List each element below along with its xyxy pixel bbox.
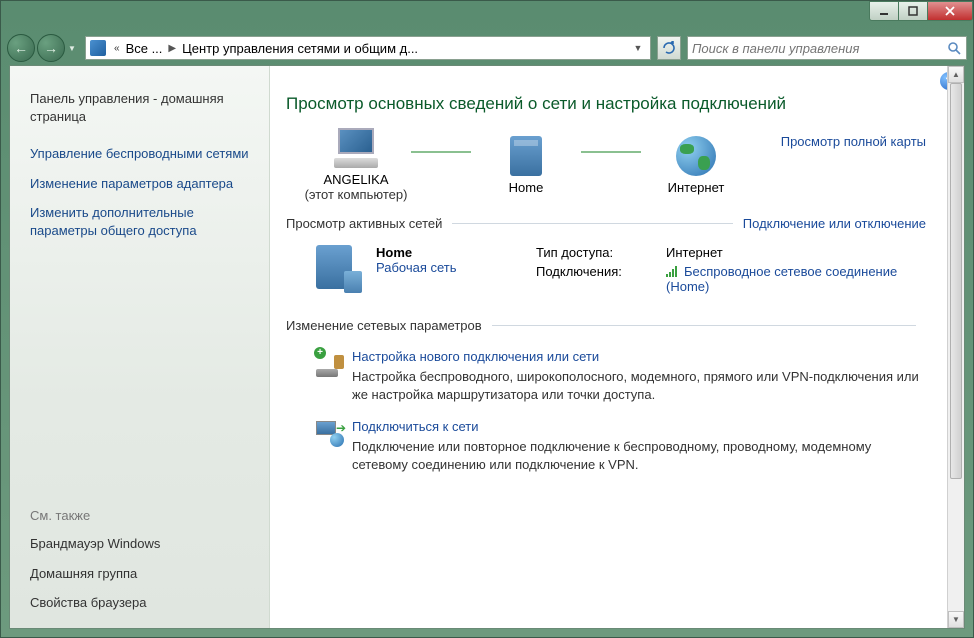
settings-item-title[interactable]: Настройка нового подключения или сети xyxy=(352,349,926,364)
content-area: Панель управления - домашняя страница Уп… xyxy=(9,65,965,629)
globe-icon xyxy=(676,136,716,176)
map-node1-sub: (этот компьютер) xyxy=(305,187,408,202)
connections-label: Подключения: xyxy=(536,264,666,279)
network-icon xyxy=(316,245,352,289)
search-icon[interactable] xyxy=(946,40,962,56)
main-panel: ? ▲ ▼ Просмотр основных сведений о сети … xyxy=(270,66,964,628)
navigation-bar: ← → ▼ « Все ... ▶ Центр управления сетям… xyxy=(1,31,973,65)
forward-button[interactable]: → xyxy=(37,34,65,62)
divider-line xyxy=(492,325,916,326)
map-connector-icon xyxy=(411,151,471,153)
settings-item-connect[interactable]: ➔ Подключиться к сети Подключение или по… xyxy=(286,411,926,481)
breadcrumb-segment-2[interactable]: Центр управления сетями и общим д... xyxy=(180,41,420,56)
connect-network-icon: ➔ xyxy=(316,419,344,447)
map-node3-label: Интернет xyxy=(668,180,725,195)
titlebar xyxy=(1,1,973,31)
close-button[interactable] xyxy=(927,1,973,21)
map-node1-label: ANGELIKA xyxy=(323,172,388,187)
chevron-right-icon[interactable]: ▶ xyxy=(168,43,176,54)
address-breadcrumb[interactable]: « Все ... ▶ Центр управления сетями и об… xyxy=(85,36,651,60)
change-settings-header: Изменение сетевых параметров xyxy=(286,318,482,333)
scroll-down-button[interactable]: ▼ xyxy=(948,611,964,628)
page-title: Просмотр основных сведений о сети и наст… xyxy=(286,94,926,114)
nav-history-dropdown[interactable]: ▼ xyxy=(65,39,79,57)
router-icon xyxy=(510,136,542,176)
refresh-button[interactable] xyxy=(657,36,681,60)
active-network-row: Home Рабочая сеть Тип доступа: Интернет … xyxy=(286,239,926,304)
sidebar-link-wireless[interactable]: Управление беспроводными сетями xyxy=(10,139,269,169)
view-full-map-link[interactable]: Просмотр полной карты xyxy=(766,128,926,149)
access-type-label: Тип доступа: xyxy=(536,245,666,260)
search-input[interactable] xyxy=(692,41,946,56)
map-node-this-computer: ANGELIKA (этот компьютер) xyxy=(301,128,411,202)
see-also-browser[interactable]: Свойства браузера xyxy=(10,588,269,618)
new-connection-icon: + xyxy=(316,349,344,377)
divider-line xyxy=(452,223,732,224)
wifi-signal-icon xyxy=(666,265,680,277)
search-box[interactable] xyxy=(687,36,967,60)
settings-item-new-connection[interactable]: + Настройка нового подключения или сети … xyxy=(286,341,926,411)
active-networks-header: Просмотр активных сетей xyxy=(286,216,442,231)
maximize-button[interactable] xyxy=(898,1,928,21)
connections-value[interactable]: Беспроводное сетевое соединение (Home) xyxy=(666,264,926,294)
sidebar-home-link[interactable]: Панель управления - домашняя страница xyxy=(10,84,269,131)
window-controls xyxy=(870,1,973,21)
settings-item-title[interactable]: Подключиться к сети xyxy=(352,419,926,434)
map-node2-label: Home xyxy=(509,180,544,195)
scroll-up-button[interactable]: ▲ xyxy=(948,66,964,83)
breadcrumb-overflow-icon[interactable]: « xyxy=(114,43,120,54)
see-also-firewall[interactable]: Брандмауэр Windows xyxy=(10,529,269,559)
address-dropdown-icon[interactable]: ▼ xyxy=(630,43,646,53)
network-map-diagram: ANGELIKA (этот компьютер) Home Интернет xyxy=(286,128,766,202)
settings-item-desc: Настройка беспроводного, широкополосного… xyxy=(352,368,926,403)
map-node-internet: Интернет xyxy=(641,136,751,195)
breadcrumb-segment-1[interactable]: Все ... xyxy=(124,41,165,56)
vertical-scrollbar[interactable]: ▲ ▼ xyxy=(947,66,964,628)
minimize-button[interactable] xyxy=(869,1,899,21)
network-name: Home xyxy=(376,245,536,260)
map-node-network: Home xyxy=(471,136,581,195)
control-panel-icon xyxy=(90,40,106,56)
sidebar-link-sharing[interactable]: Изменить дополнительные параметры общего… xyxy=(10,198,269,245)
window-frame: ← → ▼ « Все ... ▶ Центр управления сетям… xyxy=(0,0,974,638)
sidebar: Панель управления - домашняя страница Уп… xyxy=(10,66,270,628)
see-also-header: См. также xyxy=(10,502,269,529)
map-connector-icon xyxy=(581,151,641,153)
computer-icon xyxy=(332,128,380,168)
scroll-thumb[interactable] xyxy=(950,83,962,479)
sidebar-link-adapter[interactable]: Изменение параметров адаптера xyxy=(10,169,269,199)
access-type-value: Интернет xyxy=(666,245,926,260)
settings-item-desc: Подключение или повторное подключение к … xyxy=(352,438,926,473)
back-button[interactable]: ← xyxy=(7,34,35,62)
connection-link: Беспроводное сетевое соединение (Home) xyxy=(666,264,897,294)
see-also-homegroup[interactable]: Домашняя группа xyxy=(10,559,269,589)
network-type-link[interactable]: Рабочая сеть xyxy=(376,260,536,275)
connect-disconnect-link[interactable]: Подключение или отключение xyxy=(743,216,926,231)
